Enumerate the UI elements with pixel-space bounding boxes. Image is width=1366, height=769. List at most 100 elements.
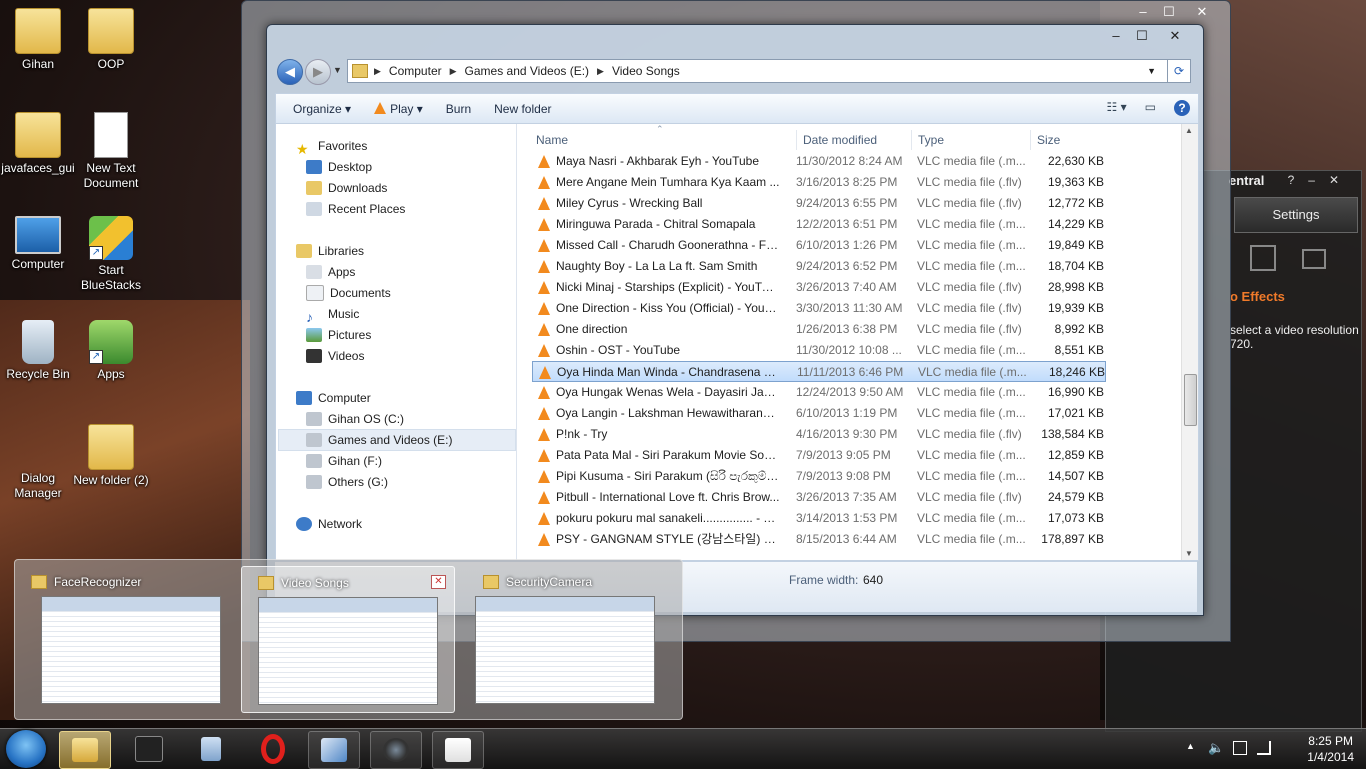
help-icon[interactable]: ?: [1174, 100, 1190, 116]
desktop-icon-dialog-manager[interactable]: Dialog Manager: [0, 424, 76, 501]
recent-pages-dropdown[interactable]: ▼: [333, 65, 342, 75]
file-row[interactable]: Pitbull - International Love ft. Chris B…: [532, 487, 1106, 508]
desktop-icon-recycle-bin[interactable]: Recycle Bin: [0, 320, 76, 382]
file-row[interactable]: PSY - GANGNAM STYLE (강남스타일) MV 8/15/2013 …: [532, 529, 1106, 550]
file-row[interactable]: Pipi Kusuma - Siri Parakum (සිරි පැරකුම්…: [532, 466, 1106, 487]
nav-computer[interactable]: Computer: [296, 388, 371, 408]
minimize-button[interactable]: –: [1103, 27, 1129, 45]
desktop-icon-apps[interactable]: ↗ Apps: [73, 320, 149, 382]
refresh-button[interactable]: ⟳: [1167, 59, 1191, 83]
taskbar-madura-dictionary[interactable]: [124, 731, 174, 767]
nav-recent-places[interactable]: Recent Places: [306, 199, 405, 219]
nav-apps[interactable]: Apps: [306, 262, 355, 282]
file-row[interactable]: Oya Hungak Wenas Wela - Dayasiri Jayas..…: [532, 382, 1106, 403]
nav-drive-c[interactable]: Gihan OS (C:): [306, 409, 404, 429]
column-name-header[interactable]: Name: [536, 130, 568, 150]
back-button[interactable]: ◀: [277, 59, 303, 85]
media-app-caption-buttons[interactable]: ?–✕: [1288, 173, 1353, 187]
thumbnail-close-button[interactable]: ✕: [431, 575, 446, 589]
system-clock[interactable]: 8:25 PM 1/4/2014: [1307, 733, 1354, 765]
file-row[interactable]: Mere Angane Mein Tumhara Kya Kaam ... 3/1…: [532, 172, 1106, 193]
scroll-down-icon[interactable]: ▼: [1185, 549, 1193, 558]
presentation-icon[interactable]: [1250, 245, 1276, 271]
breadcrumb-computer[interactable]: Computer: [389, 64, 442, 78]
column-size-header[interactable]: Size: [1030, 130, 1060, 150]
breadcrumb-separator-icon[interactable]: ▶: [450, 66, 457, 77]
nav-drive-e[interactable]: Games and Videos (E:): [306, 430, 453, 450]
nav-drive-g[interactable]: Others (G:): [306, 472, 388, 492]
thumbnail-securitycamera[interactable]: SecurityCamera: [467, 566, 679, 711]
file-row[interactable]: One Direction - Kiss You (Official) - Yo…: [532, 298, 1106, 319]
desktop-icon-gihan[interactable]: Gihan: [0, 8, 76, 72]
preview-pane-icon[interactable]: ▭: [1145, 100, 1156, 116]
scroll-up-icon[interactable]: ▲: [1185, 126, 1193, 135]
nav-drive-f[interactable]: Gihan (F:): [306, 451, 382, 471]
minimize-button[interactable]: –: [1130, 3, 1156, 21]
taskbar-explorer[interactable]: [59, 731, 111, 769]
desktop-icon-javafaces-gui[interactable]: javafaces_gui: [0, 112, 76, 176]
file-row[interactable]: Miley Cyrus - Wrecking Ball 9/24/2013 6:5…: [532, 193, 1106, 214]
file-row[interactable]: pokuru pokuru mal sanakeli..............…: [532, 508, 1106, 529]
layout-icon[interactable]: [1302, 249, 1326, 269]
nav-music[interactable]: ♪ Music: [306, 304, 359, 325]
forward-button[interactable]: ▶: [305, 59, 331, 85]
file-row[interactable]: One direction 1/26/2013 6:38 PM VLC media …: [532, 319, 1106, 340]
scrollbar-thumb[interactable]: [1184, 374, 1197, 426]
breadcrumb-separator-icon[interactable]: ▶: [597, 66, 604, 77]
nav-desktop[interactable]: Desktop: [306, 157, 372, 177]
start-button[interactable]: [6, 730, 46, 768]
address-bar[interactable]: ▶ Computer ▶ Games and Videos (E:) ▶ Vid…: [347, 59, 1171, 83]
organize-button[interactable]: Organize ▾: [293, 102, 351, 116]
desktop-icon-oop[interactable]: OOP: [73, 8, 149, 72]
nav-downloads[interactable]: Downloads: [306, 178, 387, 198]
column-type-header[interactable]: Type: [911, 130, 944, 150]
taskbar-camera[interactable]: [370, 731, 422, 769]
file-row[interactable]: Oya Hinda Man Winda - Chandrasena H... 11…: [532, 361, 1106, 382]
taskbar-opera[interactable]: [248, 731, 298, 767]
power-icon[interactable]: [1233, 741, 1247, 755]
file-row[interactable]: P!nk - Try 4/16/2013 9:30 PM VLC media fil…: [532, 424, 1106, 445]
file-row[interactable]: Oshin - OST - YouTube 11/30/2012 10:08 ..…: [532, 340, 1106, 361]
show-hidden-icons-icon[interactable]: ▲: [1186, 741, 1195, 751]
desktop-icon-start-bluestacks[interactable]: ↗ Start BlueStacks: [73, 216, 149, 293]
column-date-header[interactable]: Date modified: [796, 130, 877, 150]
nav-videos[interactable]: Videos: [306, 346, 364, 366]
settings-tab[interactable]: Settings: [1234, 197, 1358, 233]
network-status-icon[interactable]: [1257, 741, 1271, 755]
new-folder-button[interactable]: New folder: [494, 102, 551, 116]
nav-documents[interactable]: Documents: [306, 283, 391, 303]
desktop-icon-new-folder-2[interactable]: New folder (2): [73, 424, 149, 488]
breadcrumb-drive[interactable]: Games and Videos (E:): [465, 64, 590, 78]
desktop-icon-computer[interactable]: Computer: [0, 216, 76, 272]
close-button[interactable]: ✕: [1155, 27, 1195, 45]
nav-pictures[interactable]: Pictures: [306, 325, 371, 345]
file-row[interactable]: Oya Langin - Lakshman Hewawitharana-... 6…: [532, 403, 1106, 424]
file-row[interactable]: Pata Pata Mal - Siri Parakum Movie Song.…: [532, 445, 1106, 466]
nav-network[interactable]: Network: [296, 514, 362, 534]
address-history-dropdown[interactable]: ▼: [1147, 66, 1156, 76]
desktop-icon-new-text-document[interactable]: New Text Document: [73, 112, 149, 191]
taskbar-calculator[interactable]: [186, 731, 236, 767]
file-row[interactable]: Maya Nasri - Akhbarak Eyh - YouTube 11/30…: [532, 151, 1106, 172]
file-row[interactable]: Naughty Boy - La La La ft. Sam Smith 9/24…: [532, 256, 1106, 277]
explorer-window[interactable]: – ☐ ✕ ◀ ▶ ▼ ▶ Computer ▶ Games and Video…: [266, 24, 1204, 616]
breadcrumb-separator-icon[interactable]: ▶: [374, 66, 381, 77]
maximize-button[interactable]: ☐: [1156, 3, 1182, 21]
breadcrumb-folder[interactable]: Video Songs: [612, 64, 680, 78]
nav-libraries[interactable]: Libraries: [296, 241, 364, 261]
thumbnail-video-songs[interactable]: Video Songs ✕: [241, 566, 455, 713]
taskbar-java[interactable]: [432, 731, 484, 769]
vertical-scrollbar[interactable]: ▲ ▼: [1181, 124, 1198, 560]
taskbar-virtualbox[interactable]: [308, 731, 360, 769]
volume-icon[interactable]: 🔈: [1208, 740, 1224, 756]
file-row[interactable]: Nicki Minaj - Starships (Explicit) - You…: [532, 277, 1106, 298]
change-view-icon[interactable]: ☷ ▾: [1107, 100, 1127, 116]
file-row[interactable]: Miringuwa Parada - Chitral Somapala 12/2/…: [532, 214, 1106, 235]
nav-favorites[interactable]: ★ Favorites: [296, 136, 367, 157]
file-row[interactable]: Missed Call - Charudh Goonerathna - Ful.…: [532, 235, 1106, 256]
close-button[interactable]: ✕: [1182, 3, 1222, 21]
thumbnail-facerecognizer[interactable]: FaceRecognizer: [15, 566, 227, 711]
maximize-button[interactable]: ☐: [1129, 27, 1155, 45]
burn-button[interactable]: Burn: [446, 102, 471, 116]
play-button[interactable]: Play ▾: [374, 102, 423, 116]
